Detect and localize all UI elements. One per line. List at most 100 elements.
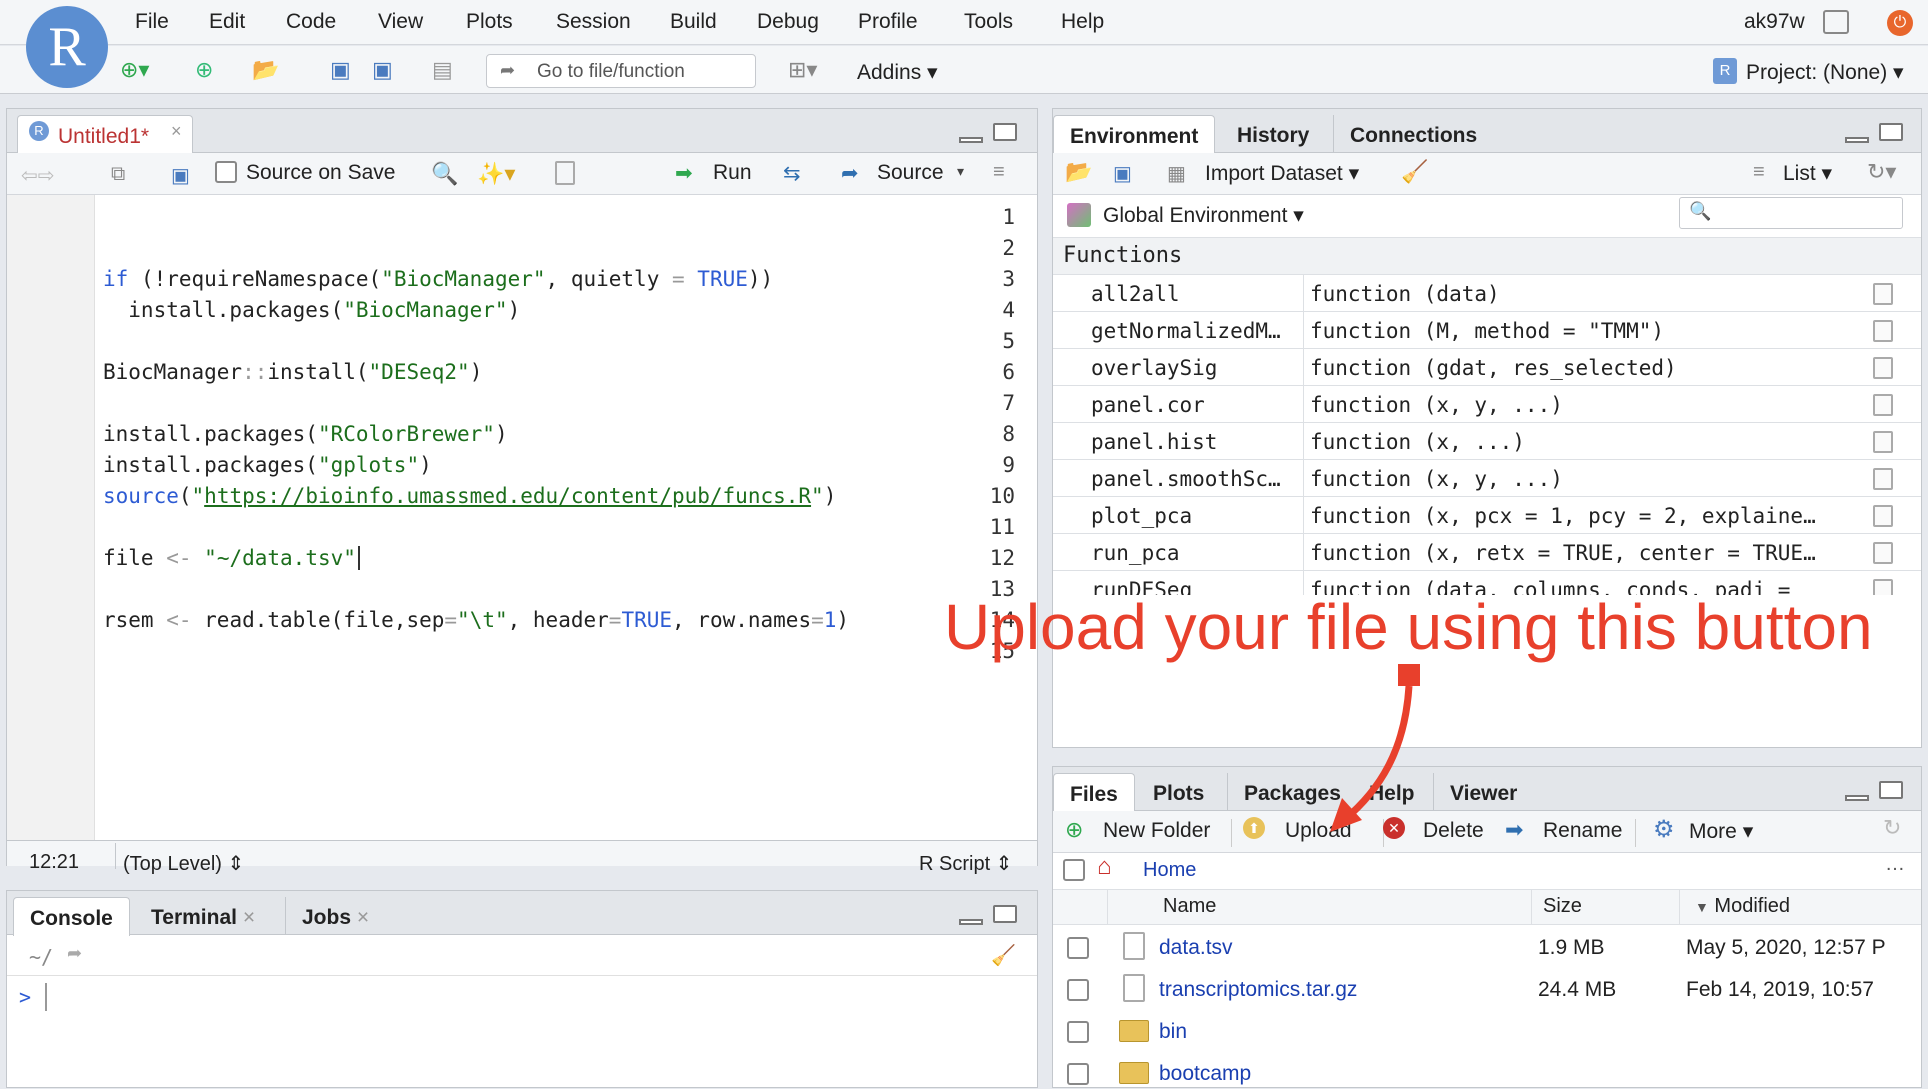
menu-edit[interactable]: Edit [209, 10, 245, 34]
tab-terminal[interactable]: Terminal × [135, 897, 271, 935]
col-size-header[interactable]: Size [1543, 895, 1582, 918]
load-workspace-icon[interactable]: 📂 [1065, 159, 1092, 185]
project-menu[interactable]: Project: (None) ▾ [1746, 60, 1904, 85]
env-search-input[interactable] [1679, 197, 1903, 229]
tab-environment[interactable]: Environment [1053, 115, 1216, 154]
file-checkbox[interactable] [1067, 979, 1089, 1001]
run-button[interactable]: Run [713, 161, 752, 185]
go-to-file-input[interactable]: Go to file/function [486, 54, 756, 88]
select-all-checkbox[interactable] [1063, 859, 1085, 881]
file-name-link[interactable]: bin [1159, 1020, 1187, 1044]
file-row[interactable]: bootcamp [1053, 1053, 1921, 1089]
env-scope-dropdown[interactable]: Global Environment ▾ [1103, 203, 1304, 228]
view-code-icon[interactable] [1873, 468, 1893, 490]
outline-icon[interactable]: ≡ [993, 161, 1005, 184]
file-checkbox[interactable] [1067, 937, 1089, 959]
menu-build[interactable]: Build [670, 10, 717, 34]
print-icon[interactable]: ▤ [432, 56, 453, 84]
more-path-icon[interactable]: … [1885, 853, 1905, 876]
env-row[interactable]: all2all function (data) [1053, 275, 1921, 312]
tab-console[interactable]: Console [13, 897, 130, 936]
menu-tools[interactable]: Tools [964, 10, 1013, 34]
menu-code[interactable]: Code [286, 10, 336, 34]
env-maximize-icon[interactable] [1879, 123, 1903, 141]
file-checkbox[interactable] [1067, 1063, 1089, 1085]
menu-file[interactable]: File [135, 10, 169, 34]
view-code-icon[interactable] [1873, 505, 1893, 527]
menu-session[interactable]: Session [556, 10, 631, 34]
env-row[interactable]: run_pca function (x, retx = TRUE, center … [1053, 534, 1921, 571]
file-row[interactable]: bin [1053, 1011, 1921, 1053]
env-row[interactable]: overlaySig function (gdat, res_selected) [1053, 349, 1921, 386]
back-forward-icon[interactable]: ⇦⇨ [21, 163, 55, 188]
col-modified-header[interactable]: ▼ Modified [1695, 895, 1790, 918]
menu-debug[interactable]: Debug [757, 10, 819, 34]
code-line-14[interactable]: rsem <- read.table(file,sep="\t", header… [103, 608, 849, 632]
goto-dir-icon[interactable]: ➦ [67, 943, 82, 964]
view-code-icon[interactable] [1873, 431, 1893, 453]
view-code-icon[interactable] [1873, 394, 1893, 416]
pane-layout-icon[interactable]: ⊞▾ [788, 56, 817, 84]
console-input[interactable] [45, 983, 47, 1011]
clear-env-icon[interactable]: 🧹 [1401, 159, 1428, 185]
code-tools-icon[interactable]: ✨▾ [477, 161, 515, 187]
addins-menu[interactable]: Addins ▾ [857, 60, 938, 85]
menu-view[interactable]: View [378, 10, 423, 34]
import-dataset-button[interactable]: Import Dataset ▾ [1205, 161, 1359, 186]
editor-save-icon[interactable]: ▣ [171, 163, 190, 188]
signout-icon[interactable] [1823, 10, 1849, 34]
close-tab-icon[interactable]: × [171, 121, 182, 142]
tab-history[interactable]: History [1221, 115, 1325, 153]
view-code-icon[interactable] [1873, 320, 1893, 342]
close-terminal-icon[interactable]: × [243, 906, 255, 929]
clear-console-icon[interactable]: 🧹 [991, 943, 1016, 968]
tab-connections[interactable]: Connections [1333, 115, 1493, 153]
rename-button[interactable]: Rename [1543, 819, 1622, 843]
file-type-selector[interactable]: R Script ⇕ [919, 851, 1012, 876]
compile-report-icon[interactable] [555, 161, 575, 185]
source-dropdown-icon[interactable]: ▾ [957, 163, 964, 180]
source-on-save-checkbox[interactable] [215, 161, 237, 183]
save-workspace-icon[interactable]: ▣ [1113, 161, 1132, 186]
list-view-button[interactable]: List ▾ [1783, 161, 1832, 186]
new-folder-button[interactable]: New Folder [1103, 819, 1210, 843]
files-maximize-icon[interactable] [1879, 781, 1903, 799]
code-line-6[interactable]: BiocManager::install("DESeq2") [103, 360, 482, 384]
source-button[interactable]: Source [877, 161, 944, 185]
file-checkbox[interactable] [1067, 1021, 1089, 1043]
tab-viewer[interactable]: Viewer [1433, 773, 1533, 811]
refresh-files-icon[interactable]: ↻ [1883, 815, 1901, 841]
code-line-4[interactable]: install.packages("BiocManager") [103, 298, 520, 322]
file-row[interactable]: data.tsv 1.9 MB May 5, 2020, 12:57 P [1053, 927, 1921, 969]
file-row[interactable]: transcriptomics.tar.gz 24.4 MB Feb 14, 201… [1053, 969, 1921, 1011]
view-code-icon[interactable] [1873, 579, 1893, 595]
console-minimize-icon[interactable] [959, 919, 983, 925]
power-icon[interactable]: ⏻ [1887, 10, 1913, 36]
menu-help[interactable]: Help [1061, 10, 1104, 34]
files-minimize-icon[interactable] [1845, 795, 1869, 801]
code-line-3[interactable]: if (!requireNamespace("BiocManager", qui… [103, 267, 773, 291]
env-row[interactable]: getNormalizedM… function (M, method = "TM… [1053, 312, 1921, 349]
tab-plots[interactable]: Plots [1137, 773, 1220, 811]
console-maximize-icon[interactable] [993, 905, 1017, 923]
new-project-icon[interactable]: ⊕ [195, 56, 213, 84]
menu-profile[interactable]: Profile [858, 10, 918, 34]
breadcrumb-home[interactable]: Home [1143, 859, 1196, 882]
file-name-link[interactable]: bootcamp [1159, 1062, 1251, 1086]
view-code-icon[interactable] [1873, 542, 1893, 564]
code-line-10[interactable]: source("https://bioinfo.umassmed.edu/con… [103, 484, 836, 508]
env-row[interactable]: plot_pca function (x, pcx = 1, pcy = 2, e… [1053, 497, 1921, 534]
file-name-link[interactable]: transcriptomics.tar.gz [1159, 978, 1357, 1002]
tab-jobs[interactable]: Jobs × [285, 897, 385, 935]
env-minimize-icon[interactable] [1845, 137, 1869, 143]
tab-files[interactable]: Files [1053, 773, 1135, 812]
rerun-icon[interactable]: ⇆ [783, 161, 801, 186]
save-all-icon[interactable]: ▣ [372, 56, 393, 84]
view-code-icon[interactable] [1873, 357, 1893, 379]
save-icon[interactable]: ▣ [330, 56, 351, 84]
col-name-header[interactable]: Name [1163, 895, 1216, 918]
new-file-icon[interactable]: ⊕▾ [120, 56, 149, 84]
menu-plots[interactable]: Plots [466, 10, 513, 34]
open-file-icon[interactable]: 📂 [252, 56, 279, 84]
minimize-icon[interactable] [959, 137, 983, 143]
